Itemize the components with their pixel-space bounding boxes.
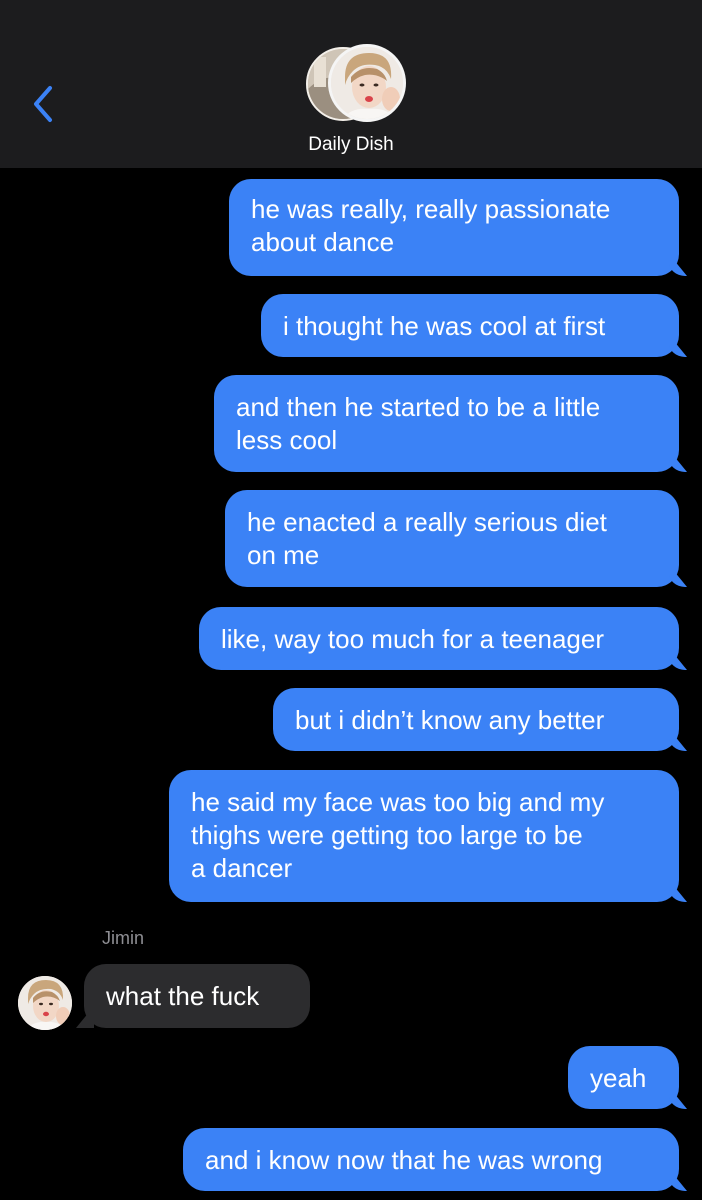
message-thread[interactable]: he was really, really passionate about d… <box>0 168 702 1200</box>
sender-name: Jimin <box>102 928 145 948</box>
chevron-left-icon <box>34 86 52 122</box>
message-bubble-outgoing[interactable]: yeah <box>568 1046 679 1109</box>
message-bubble-outgoing[interactable]: i thought he was cool at first <box>261 294 679 357</box>
message-bubble-outgoing[interactable]: but i didn’t know any better <box>273 688 679 751</box>
avatar[interactable] <box>18 976 72 1030</box>
avatar <box>328 44 406 122</box>
message-bubble-outgoing[interactable]: he said my face was too big and my thigh… <box>169 770 679 902</box>
message-bubble-outgoing[interactable]: he was really, really passionate about d… <box>229 179 679 276</box>
group-avatar[interactable] <box>300 44 406 122</box>
message-bubble-outgoing[interactable]: like, way too much for a teenager <box>199 607 679 670</box>
conversation-title[interactable]: Daily Dish <box>0 134 702 156</box>
conversation-header: Daily Dish <box>0 0 702 168</box>
message-bubble-outgoing[interactable]: and i know now that he was wrong <box>183 1128 679 1191</box>
message-bubble-outgoing[interactable]: he enacted a really serious diet on me <box>225 490 679 587</box>
back-button[interactable] <box>24 78 64 128</box>
message-bubble-incoming[interactable]: what the fuck <box>84 964 310 1028</box>
message-bubble-outgoing[interactable]: and then he started to be a little less … <box>214 375 679 472</box>
